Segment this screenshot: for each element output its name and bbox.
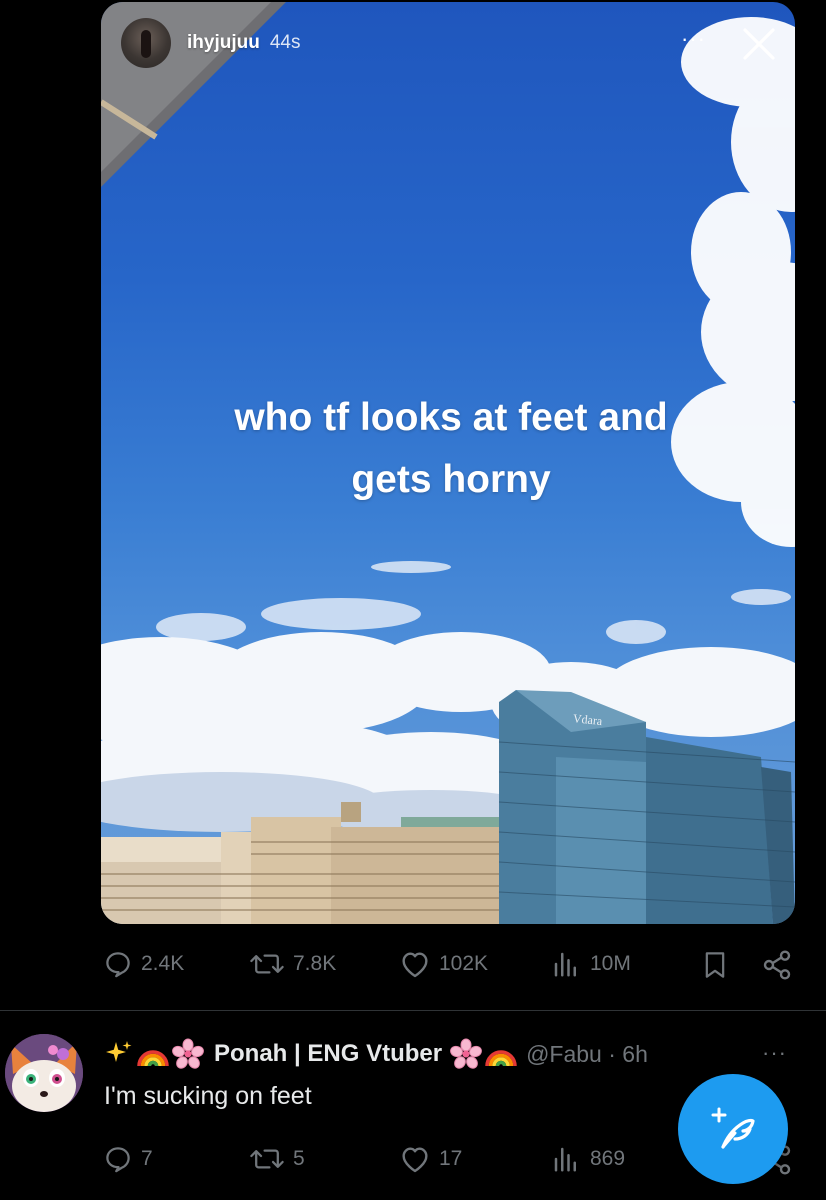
speech-bubble-icon [106,952,130,978]
views-button[interactable]: 10M [550,949,631,979]
share-icon [763,950,791,980]
bookmark-button[interactable] [701,949,729,981]
caption-line-1: who tf looks at feet and [234,396,668,439]
compose-button[interactable] [678,1074,788,1184]
like-count: 102K [439,952,489,975]
reply-count: 2.4K [141,952,185,975]
reply-more-options-icon[interactable]: ··· [762,1040,787,1066]
story-header: ihyjujuu 44s [121,18,300,68]
repost-button[interactable]: 7.8K [249,949,336,979]
reply-views-count: 869 [590,1147,626,1170]
share-button[interactable] [761,949,793,981]
speech-bubble-icon [106,1147,130,1173]
reply-display-name[interactable]: Ponah | ENG Vtuber [214,1040,442,1068]
reply-handle-time[interactable]: @Fabu · 6h [526,1041,648,1068]
reply-repost-button[interactable]: 5 [249,1144,305,1174]
story-caption: who tf looks at feet and gets horny [141,387,761,511]
bookmark-icon [705,952,725,978]
reply-header: Ponah | ENG Vtuber @Fabu · 6h [104,1035,648,1073]
cherry-blossom-icon [172,1038,204,1069]
bar-chart-icon [554,1147,576,1172]
reply-like-button[interactable]: 17 [399,1144,462,1174]
feather-plus-icon [711,1107,755,1149]
fox-avatar-icon [5,1034,83,1112]
story-timestamp: 44s [269,32,301,53]
story-card[interactable]: Vdara ihyjujuu 44s ··· who tf looks at f… [101,2,795,924]
repost-arrows-icon [250,954,284,974]
reply-button[interactable]: 2.4K [103,949,184,979]
repost-count: 7.8K [293,952,337,975]
sparkles-icon [106,1041,132,1062]
like-button[interactable]: 102K [399,949,488,979]
reply-repost-count: 5 [293,1147,305,1170]
reply-reply-button[interactable]: 7 [103,1144,153,1174]
rainbow-icon [137,1050,169,1067]
cherry-blossom-icon [450,1038,482,1069]
divider [0,1010,826,1011]
more-options-icon[interactable]: ··· [681,26,706,52]
heart-icon [402,952,428,978]
reply-avatar[interactable] [5,1034,83,1112]
bar-chart-icon [554,952,576,977]
repost-arrows-icon [250,1149,284,1169]
avatar[interactable] [121,18,171,68]
close-icon[interactable] [739,24,779,64]
reply-like-count: 17 [439,1147,463,1170]
reply-views-button[interactable]: 869 [550,1144,625,1174]
rainbow-icon [485,1050,517,1067]
tweet-action-bar: 2.4K 7.8K 102K 10M [101,949,796,989]
caption-line-2: gets horny [351,458,551,501]
story-username[interactable]: ihyjujuu [187,32,260,54]
views-count: 10M [590,952,631,975]
heart-icon [402,1147,428,1173]
reply-text: I'm sucking on feet [104,1082,312,1110]
reply-reply-count: 7 [141,1147,153,1170]
